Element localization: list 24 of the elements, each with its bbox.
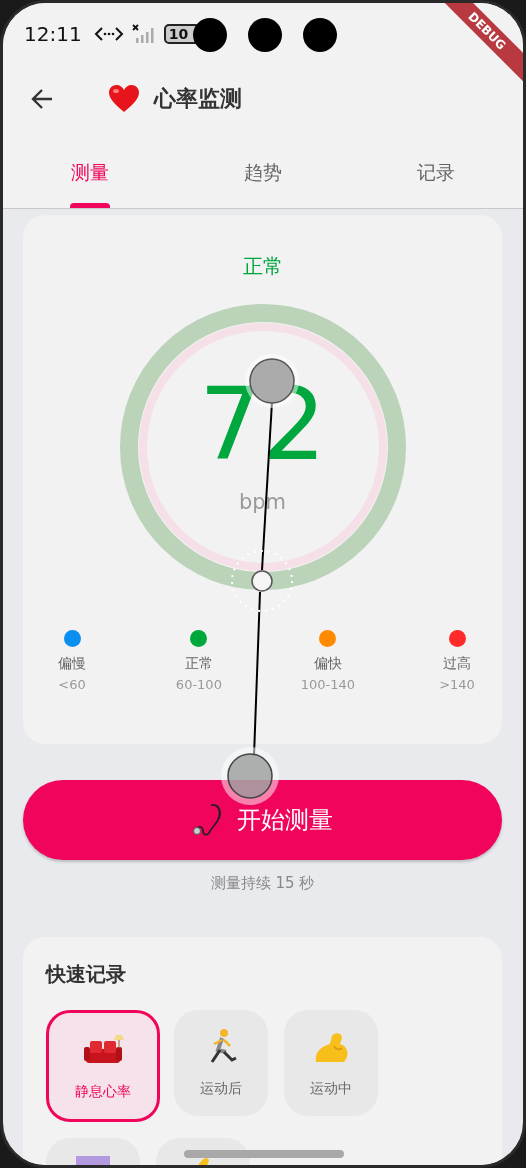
page-title: 心率监测 bbox=[154, 85, 242, 113]
legend-label: 偏快 bbox=[313, 655, 342, 673]
start-button[interactable]: 开始测量 bbox=[23, 780, 502, 860]
signal-icon bbox=[131, 24, 156, 44]
tab-indicator bbox=[69, 203, 110, 208]
status-label: 正常 bbox=[242, 253, 283, 280]
heart-icon bbox=[108, 84, 140, 114]
legend-label: 正常 bbox=[184, 655, 213, 673]
legend-label: 过高 bbox=[443, 655, 471, 673]
record-type-tile[interactable]: 静息心率 bbox=[46, 1010, 160, 1122]
legend-range: 100-140 bbox=[300, 677, 356, 692]
legend-range: <60 bbox=[58, 677, 86, 692]
tab[interactable]: 测量 bbox=[3, 133, 177, 208]
section-title: 快速记录 bbox=[46, 961, 127, 988]
tab[interactable]: 记录 bbox=[349, 133, 523, 208]
legend-label: 偏慢 bbox=[58, 655, 86, 673]
record-type-tile[interactable]: 运动后 bbox=[174, 1010, 268, 1116]
status-time: 12:11 bbox=[24, 22, 82, 46]
record-type-tile[interactable]: 运动中 bbox=[284, 1010, 378, 1116]
legend-range: >140 bbox=[439, 677, 475, 692]
legend-range: 60-100 bbox=[175, 677, 222, 692]
duration-caption: 测量持续 15 秒 bbox=[209, 874, 316, 893]
data-transfer-icon bbox=[93, 25, 124, 43]
tab[interactable]: 趋势 bbox=[176, 133, 350, 208]
